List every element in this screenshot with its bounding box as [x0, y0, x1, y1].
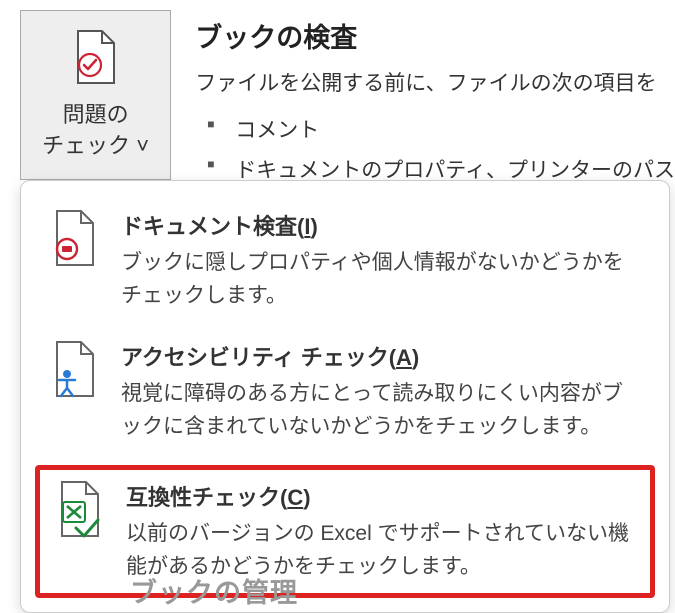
check-issues-button[interactable]: 問題の チェック ˅ [20, 10, 171, 180]
menu-item-title: アクセシビリティ チェック(A) [121, 340, 643, 372]
menu-item-title: ドキュメント検査(I) [121, 209, 643, 241]
inspect-panel: ブックの検査 ファイルを公開する前に、ファイルの次の項目を コメント ドキュメン… [195, 10, 675, 191]
document-excel-compat-icon [52, 480, 108, 540]
menu-item-desc: 視覚に障碍のある方にとって読み取りにくい内容がブックに含まれていないかどうかをチ… [121, 378, 643, 443]
chevron-down-icon: ˅ [136, 133, 149, 158]
document-accessibility-icon [47, 340, 103, 400]
inspect-title: ブックの検査 [195, 16, 675, 55]
menu-item-compatibility-check[interactable]: 互換性チェック(C) 以前のバージョンの Excel でサポートされていない機能… [35, 465, 655, 598]
check-issues-label: 問題の チェック ˅ [42, 100, 149, 162]
menu-item-accessibility-check[interactable]: アクセシビリティ チェック(A) 視覚に障碍のある方にとって読み取りにくい内容が… [21, 326, 669, 457]
inspect-bullets: コメント ドキュメントのプロパティ、プリンターのパス [195, 111, 675, 191]
document-inspect-icon [47, 209, 103, 269]
menu-item-desc: ブックに隠しプロパティや個人情報がないかどうかをチェックします。 [121, 247, 643, 312]
menu-item-title: 互換性チェック(C) [126, 480, 638, 512]
partial-title-below: ブックの管理 [130, 571, 298, 610]
menu-item-document-inspector[interactable]: ドキュメント検査(I) ブックに隠しプロパティや個人情報がないかどうかをチェック… [21, 195, 669, 326]
inspect-desc: ファイルを公開する前に、ファイルの次の項目を [195, 67, 675, 97]
document-check-icon [70, 29, 122, 90]
list-item: コメント [195, 111, 675, 151]
check-issues-dropdown: ドキュメント検査(I) ブックに隠しプロパティや個人情報がないかどうかをチェック… [20, 180, 670, 613]
